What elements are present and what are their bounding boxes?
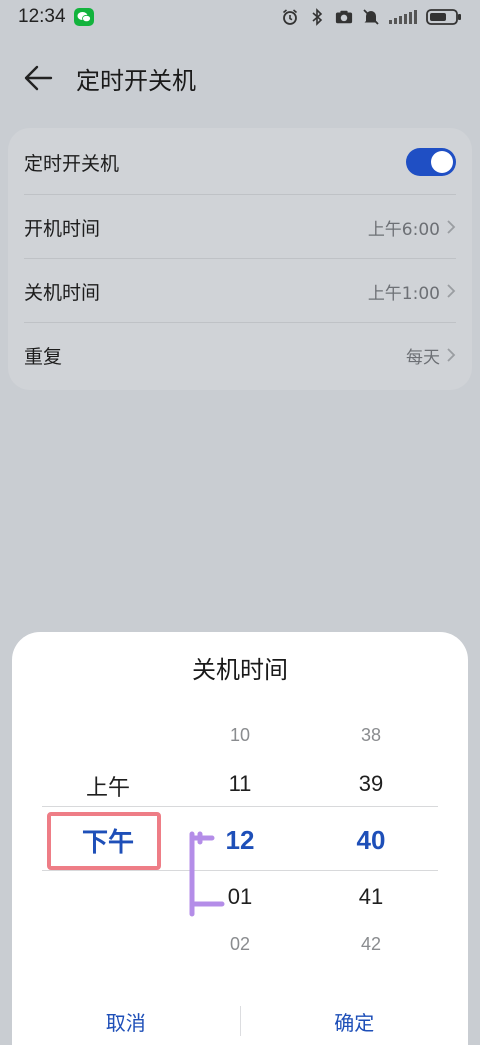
hour-option[interactable]: 11 — [190, 771, 290, 797]
chevron-right-icon — [447, 284, 456, 298]
repeat-value: 每天 — [406, 347, 440, 368]
picker-title: 关机时间 — [192, 656, 288, 684]
picker-actions: 取消 确定 — [12, 998, 468, 1044]
repeat-value-group: 每天 — [406, 343, 456, 368]
power-off-value: 上午1:00 — [367, 283, 440, 304]
chevron-right-icon — [447, 220, 456, 234]
back-button[interactable] — [16, 56, 60, 100]
schedule-toggle-row[interactable]: 定时开关机 — [8, 130, 472, 194]
mute-icon — [362, 8, 380, 26]
time-picker-sheet: 关机时间 上午 下午 10 11 12 01 02 38 39 40 41 42… — [12, 632, 468, 1045]
status-bar: 12:34 — [0, 0, 480, 34]
toggle-knob — [431, 151, 453, 173]
power-off-time-row[interactable]: 关机时间 上午1:00 — [8, 259, 472, 323]
ampm-option-am[interactable]: 上午 — [58, 770, 158, 802]
power-on-label: 开机时间 — [24, 217, 101, 240]
repeat-label: 重复 — [24, 345, 63, 368]
battery-icon — [426, 8, 462, 26]
power-on-time-row[interactable]: 开机时间 上午6:00 — [8, 195, 472, 259]
status-left: 12:34 — [18, 6, 94, 28]
status-time: 12:34 — [18, 6, 66, 27]
minute-option[interactable]: 41 — [321, 884, 421, 910]
annotation-purple-bracket — [189, 831, 225, 917]
wechat-icon — [73, 8, 94, 26]
power-on-value: 上午6:00 — [367, 219, 440, 240]
page-title: 定时开关机 — [76, 66, 196, 95]
minute-option-selected[interactable]: 40 — [321, 825, 421, 856]
page-header: 定时开关机 — [0, 50, 480, 106]
schedule-toggle[interactable] — [406, 148, 456, 176]
power-on-value-group: 上午6:00 — [368, 215, 456, 240]
selection-line-top — [42, 806, 438, 807]
status-right — [281, 8, 462, 26]
camera-icon — [335, 8, 353, 26]
settings-card: 定时开关机 开机时间 上午6:00 关机时间 上午1:00 重复 每天 — [8, 128, 472, 390]
minute-option[interactable]: 39 — [321, 771, 421, 797]
signal-icon — [389, 8, 417, 26]
annotation-red-box — [47, 812, 161, 870]
confirm-button[interactable]: 确定 — [241, 1007, 469, 1036]
hour-option[interactable]: 02 — [190, 934, 290, 955]
power-off-label: 关机时间 — [24, 281, 101, 304]
hour-option[interactable]: 10 — [190, 725, 290, 746]
minute-option[interactable]: 38 — [321, 725, 421, 746]
alarm-icon — [281, 8, 299, 26]
selection-line-bottom — [42, 870, 438, 871]
repeat-row[interactable]: 重复 每天 — [8, 323, 472, 387]
bluetooth-icon — [308, 8, 326, 26]
power-off-value-group: 上午1:00 — [368, 279, 456, 304]
chevron-right-icon — [447, 348, 456, 362]
cancel-button[interactable]: 取消 — [12, 1007, 240, 1036]
minute-option[interactable]: 42 — [321, 934, 421, 955]
toggle-label: 定时开关机 — [24, 152, 120, 175]
arrow-left-icon — [24, 65, 53, 91]
